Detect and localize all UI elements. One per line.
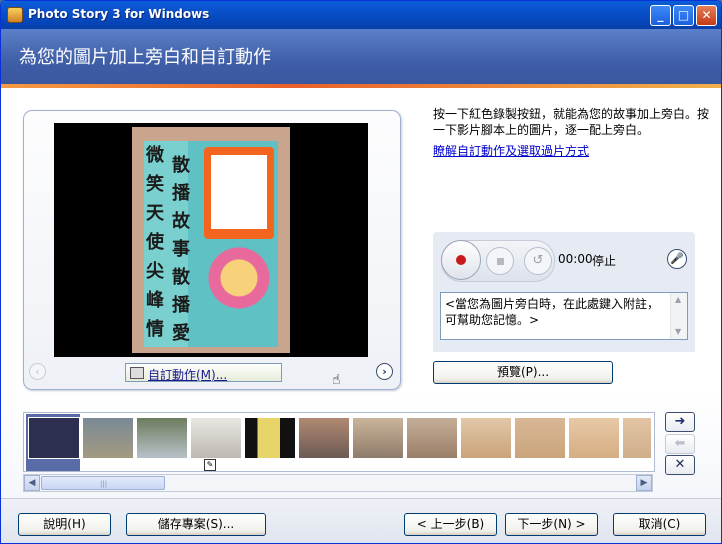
notes-textarea[interactable]: <當您為圖片旁白時，在此處鍵入附註，可幫助您記憶。> ▲ ▼ [440, 292, 688, 340]
stop-button[interactable] [486, 247, 514, 275]
filmstrip-scrollbar[interactable]: ◀ ||| ▶ [23, 474, 653, 492]
record-icon [456, 255, 466, 265]
preview-panel: 微 笑 天 使 尖 峰 情 散 播 故 事 散 播 愛 ‹ 自訂動作(M)...… [23, 110, 401, 390]
poster-char: 事 [172, 239, 190, 260]
recording-status: 停止 [592, 254, 617, 268]
poster-photo: 微 笑 天 使 尖 峰 情 散 播 故 事 散 播 愛 [132, 127, 290, 353]
undo-narration-button[interactable]: ↺ [524, 247, 552, 275]
poster-char: 播 [172, 183, 190, 204]
stop-icon [497, 258, 504, 265]
poster-char: 愛 [172, 323, 190, 344]
scrollbar-grip: ||| [100, 480, 108, 488]
customize-motion-button[interactable]: 自訂動作(M)... ☝ [125, 363, 341, 388]
notes-text: <當您為圖片旁白時，在此處鍵入附註，可幫助您記憶。> [445, 297, 660, 327]
title-bar: Photo Story 3 for Windows _ □ ✕ [1, 1, 721, 29]
notes-scrollbar[interactable]: ▲ ▼ [670, 293, 687, 339]
poster-char: 峰 [146, 290, 164, 311]
recording-controls: ↺ [441, 240, 555, 282]
filmstrip-thumbnail[interactable] [460, 417, 512, 459]
filmstrip-thumbnail[interactable] [136, 417, 188, 459]
previous-picture-button[interactable]: ‹ [29, 363, 46, 380]
poster-char: 使 [146, 232, 164, 253]
scroll-right-icon[interactable]: ▶ [636, 475, 652, 491]
customize-motion-label: 自訂動作(M)... [148, 368, 228, 382]
poster-char: 天 [146, 203, 164, 224]
remove-picture-button[interactable]: ✕ [665, 455, 695, 475]
main-content: 微 笑 天 使 尖 峰 情 散 播 故 事 散 播 愛 ‹ 自訂動作(M)...… [1, 88, 721, 543]
scroll-up-icon[interactable]: ▲ [675, 295, 681, 304]
minimize-button[interactable]: _ [650, 5, 671, 26]
move-picture-right-button[interactable]: ➜ [665, 412, 695, 432]
filmstrip-thumbnail[interactable] [406, 417, 458, 459]
poster-char: 散 [172, 267, 190, 288]
learn-more-link[interactable]: 瞭解自訂動作及選取過片方式 [433, 142, 589, 159]
maximize-button[interactable]: □ [673, 5, 694, 26]
poster-char: 微 [146, 145, 164, 166]
scroll-left-icon[interactable]: ◀ [24, 475, 40, 491]
filmstrip-thumbnail[interactable] [82, 417, 134, 459]
poster-char: 播 [172, 295, 190, 316]
poster-char: 笑 [146, 174, 164, 195]
customize-motion-icon [130, 367, 144, 379]
poster-notice-board [204, 147, 274, 239]
poster-character-drawing [204, 245, 274, 339]
page-title: 為您的圖片加上旁白和自訂動作 [19, 47, 271, 68]
cancel-button[interactable]: 取消(C) [613, 513, 706, 536]
filmstrip-thumbnail[interactable] [622, 417, 652, 459]
move-picture-left-button[interactable]: ⬅ [665, 434, 695, 454]
preview-button[interactable]: 預覽(P)... [433, 361, 613, 384]
filmstrip-thumbnail[interactable] [514, 417, 566, 459]
scroll-down-icon[interactable]: ▼ [675, 327, 681, 336]
close-button[interactable]: ✕ [696, 5, 717, 26]
next-picture-button[interactable]: › [376, 363, 393, 380]
instructions-text: 按一下紅色錄製按鈕，就能為您的故事加上旁白。按一下影片腳本上的圖片，逐一配上旁白… [433, 107, 710, 137]
photo-story-window: Photo Story 3 for Windows _ □ ✕ 為您的圖片加上旁… [0, 0, 722, 544]
edit-marker-icon: ✎ [204, 459, 216, 471]
filmstrip-thumbnail[interactable] [298, 417, 350, 459]
help-button[interactable]: 說明(H) [18, 513, 111, 536]
recording-panel: ↺ 00:00 停止 🎤 <當您為圖片旁白時，在此處鍵入附註，可幫助您記憶。> … [433, 232, 695, 352]
filmstrip: ✎ [23, 412, 655, 472]
next-button[interactable]: 下一步(N) > [505, 513, 598, 536]
save-project-button[interactable]: 儲存專案(S)... [126, 513, 266, 536]
back-button[interactable]: < 上一步(B) [404, 513, 497, 536]
bottom-bar: 說明(H) 儲存專案(S)... < 上一步(B) 下一步(N) > 取消(C) [1, 498, 721, 543]
picture-preview: 微 笑 天 使 尖 峰 情 散 播 故 事 散 播 愛 [54, 123, 368, 357]
page-header: 為您的圖片加上旁白和自訂動作 [1, 29, 721, 84]
recording-time: 00:00 [558, 252, 593, 266]
poster-char: 故 [172, 211, 190, 232]
filmstrip-thumbnail[interactable] [190, 417, 242, 459]
scrollbar-thumb[interactable]: ||| [41, 476, 165, 490]
microphone-icon[interactable]: 🎤 [667, 249, 687, 269]
filmstrip-thumbnail[interactable] [352, 417, 404, 459]
poster-notice [211, 155, 267, 229]
poster-char: 散 [172, 155, 190, 176]
filmstrip-thumbnail[interactable] [28, 417, 80, 459]
record-button[interactable] [441, 240, 481, 280]
poster-char: 尖 [146, 261, 164, 282]
filmstrip-thumbnail[interactable] [244, 417, 296, 459]
hand-cursor-icon: ☝ [332, 372, 341, 388]
poster-background: 微 笑 天 使 尖 峰 情 散 播 故 事 散 播 愛 [144, 141, 278, 347]
poster-char: 情 [146, 319, 164, 340]
app-icon [7, 7, 23, 23]
filmstrip-thumbnail[interactable] [568, 417, 620, 459]
window-title: Photo Story 3 for Windows [28, 7, 210, 21]
